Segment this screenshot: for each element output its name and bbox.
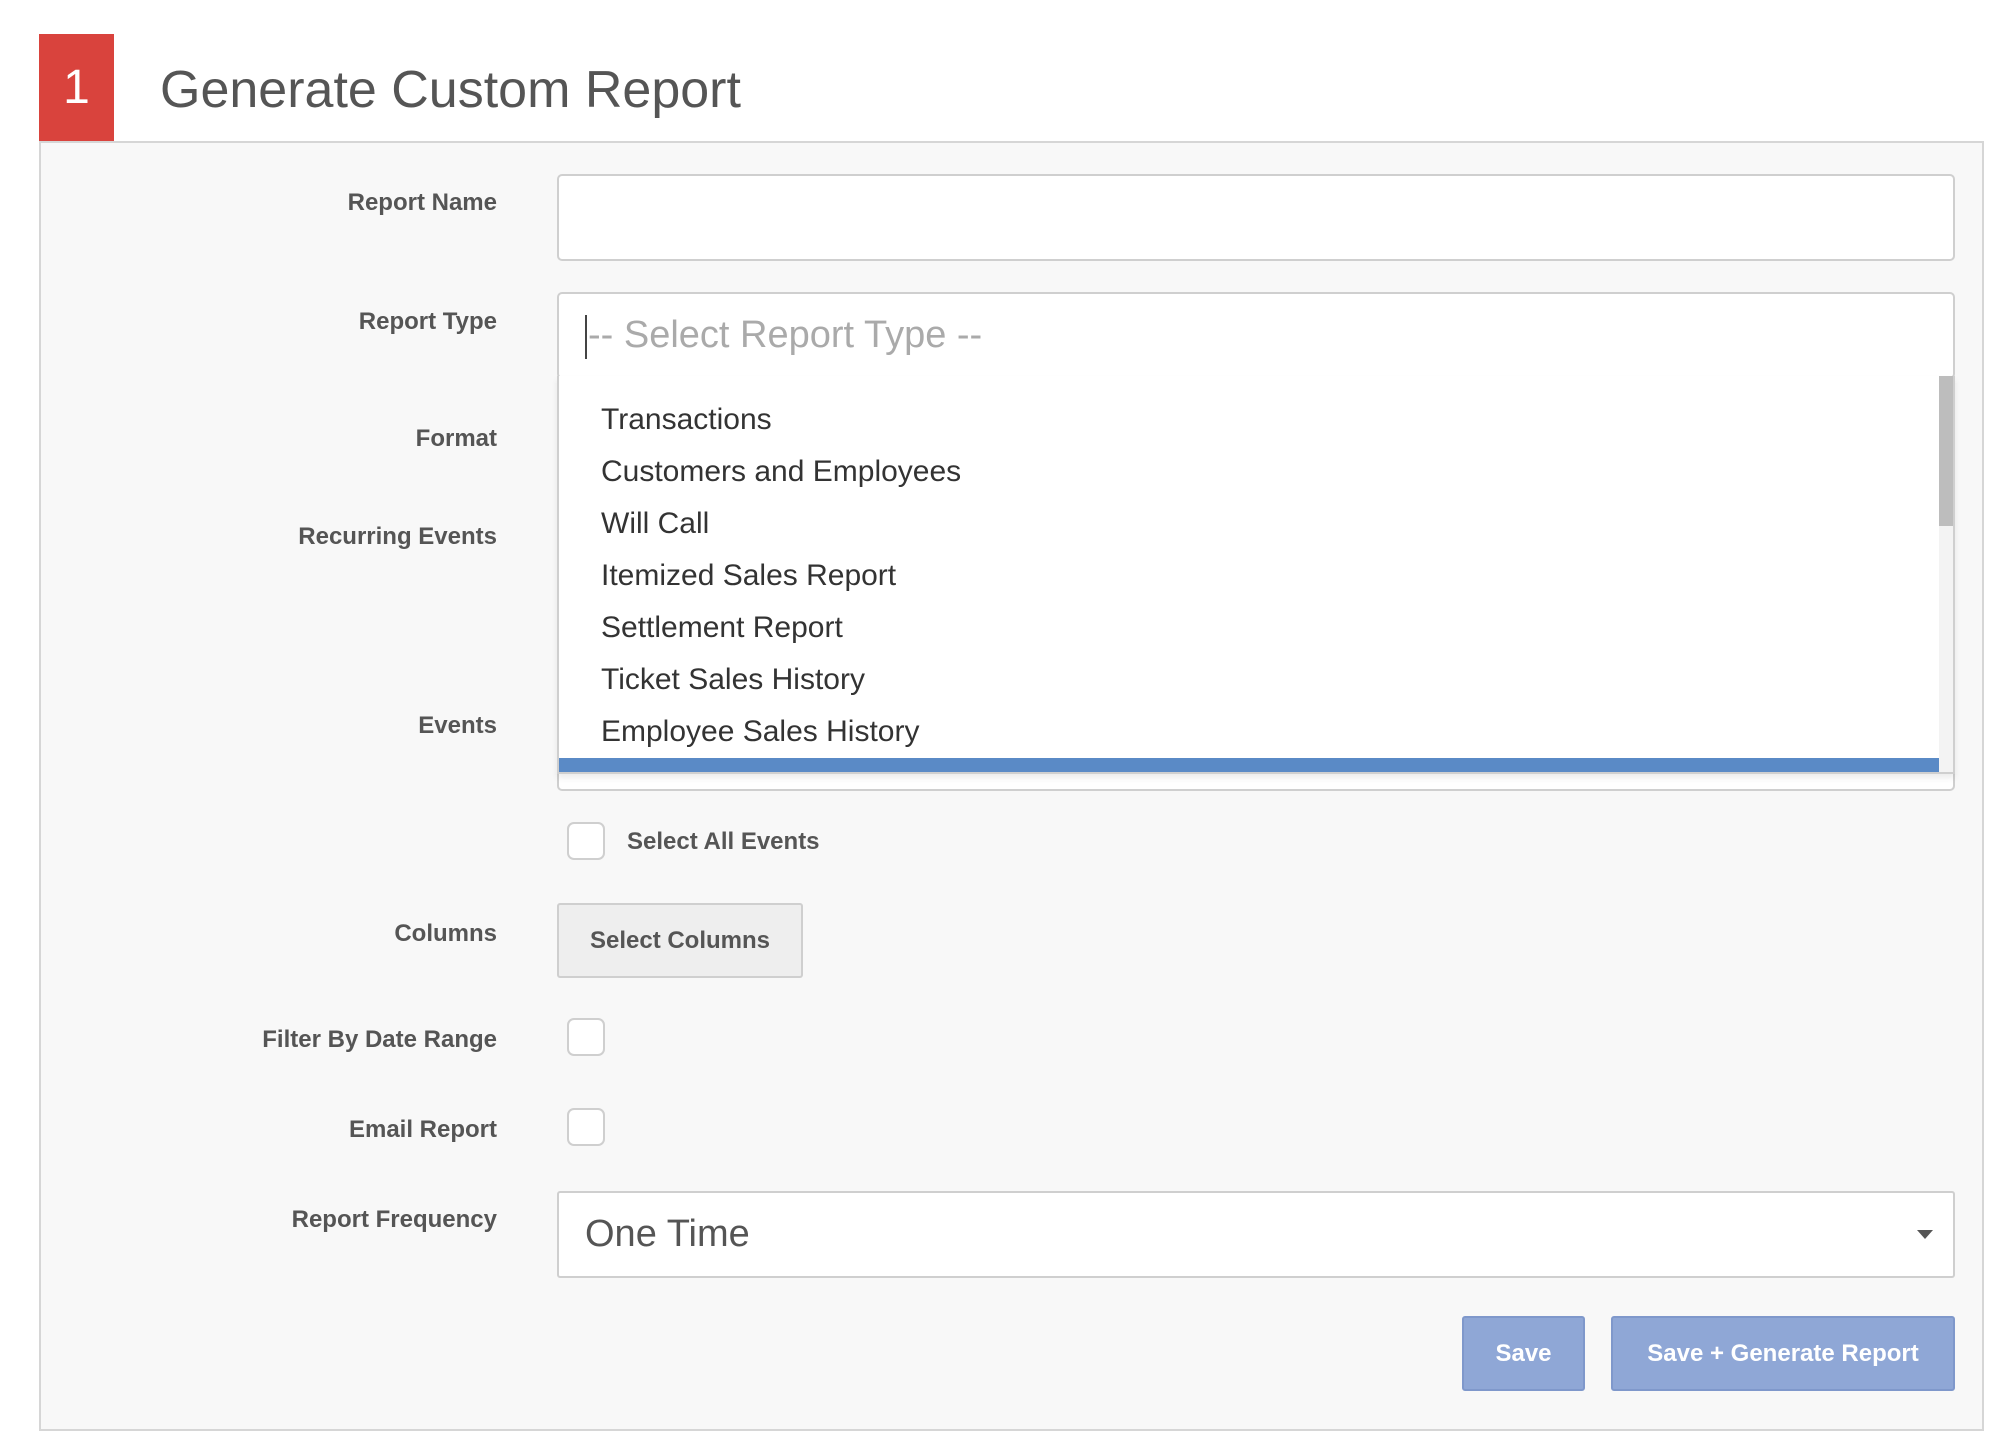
dropdown-scrollbar-thumb[interactable] xyxy=(1939,376,1953,526)
save-button[interactable]: Save xyxy=(1462,1316,1585,1391)
select-all-events-label: Select All Events xyxy=(627,828,820,855)
step-number: 1 xyxy=(63,61,90,114)
report-type-dropdown[interactable]: Transactions Customers and Employees Will … xyxy=(557,376,1955,774)
email-report-label: Email Report xyxy=(348,1116,497,1143)
filter-by-date-range-checkbox[interactable] xyxy=(567,1018,605,1056)
format-label: Format xyxy=(415,425,497,452)
report-type-label: Report Type xyxy=(358,308,497,335)
dropdown-option[interactable]: Ticket Sales History xyxy=(559,654,1939,706)
recurring-events-label: Recurring Events xyxy=(298,523,497,550)
dropdown-option[interactable]: Event Summary xyxy=(559,758,1939,772)
dropdown-option[interactable]: Customers and Employees xyxy=(559,446,1939,498)
dropdown-option[interactable]: Itemized Sales Report xyxy=(559,550,1939,602)
select-all-events-checkbox[interactable] xyxy=(567,822,605,860)
dropdown-option[interactable]: Settlement Report xyxy=(559,602,1939,654)
save-generate-report-button[interactable]: Save + Generate Report xyxy=(1611,1316,1955,1391)
report-frequency-select[interactable]: One Time xyxy=(557,1191,1955,1278)
report-frequency-label: Report Frequency xyxy=(291,1206,497,1233)
dropdown-option[interactable]: Transactions xyxy=(559,394,1939,446)
report-type-placeholder: -- Select Report Type -- xyxy=(588,314,983,356)
report-name-input[interactable] xyxy=(557,174,1955,261)
dropdown-scrollbar[interactable] xyxy=(1939,376,1953,772)
filter-by-date-range-label: Filter By Date Range xyxy=(262,1026,497,1053)
dropdown-option[interactable]: Employee Sales History xyxy=(559,706,1939,758)
report-type-options: Transactions Customers and Employees Will … xyxy=(559,376,1953,772)
dropdown-option[interactable]: Will Call xyxy=(559,498,1939,550)
report-frequency-value: One Time xyxy=(585,1213,750,1255)
page-title: Generate Custom Report xyxy=(160,61,741,119)
report-name-label: Report Name xyxy=(347,189,497,216)
select-columns-button[interactable]: Select Columns xyxy=(557,903,803,978)
events-label: Events xyxy=(418,712,497,739)
step-number-badge: 1 xyxy=(39,34,114,141)
report-type-select[interactable]: -- Select Report Type -- xyxy=(557,292,1955,379)
text-cursor xyxy=(585,314,587,359)
columns-label: Columns xyxy=(394,920,497,947)
email-report-checkbox[interactable] xyxy=(567,1108,605,1146)
chevron-down-icon xyxy=(1917,1230,1933,1239)
